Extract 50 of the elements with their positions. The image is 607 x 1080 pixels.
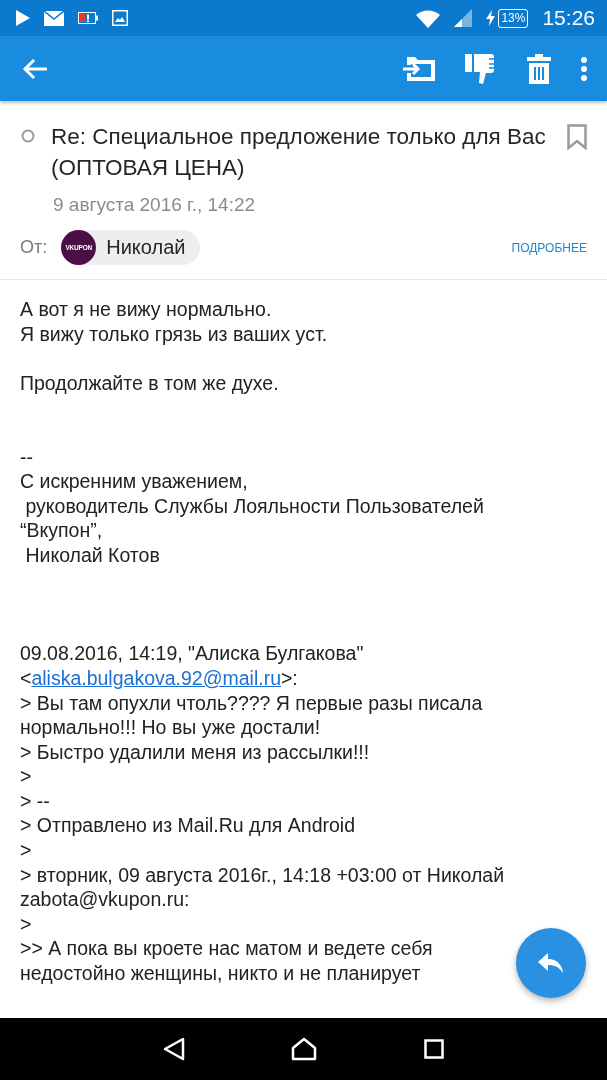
email-date: 9 августа 2016 г., 14:22 [53, 194, 257, 216]
back-arrow-icon[interactable] [22, 57, 48, 80]
body-line: >> А пока вы кроете нас матом и ведете себя [20, 936, 433, 962]
body-line: > [20, 911, 32, 937]
move-to-folder-icon[interactable] [403, 56, 435, 81]
image-icon [112, 10, 128, 26]
body-line: > Вы там опухли чтоль???? Я первые разы писала [20, 690, 483, 716]
more-options-icon[interactable] [581, 56, 587, 81]
body-line: нормально!!! Но вы уже достали! [20, 715, 321, 740]
email-link[interactable]: aliska.bulgakova.92@mail.ru [31, 666, 281, 689]
body-line: руководитель Службы Лояльности Пользователей [24, 493, 484, 519]
battery-indicator: 13% [498, 8, 529, 28]
body-line: А вот я не вижу нормально. [20, 297, 272, 322]
delete-icon[interactable] [527, 53, 551, 84]
body-line: С искренним уважением, [20, 469, 248, 494]
body-line: > [20, 838, 32, 863]
body-line: недостойно женщины, никто и не планирует [20, 961, 421, 986]
body-line: Продолжайте в том же духе. [20, 370, 279, 396]
from-label: От: [20, 237, 48, 258]
body-line: “Вкупон”, [20, 518, 103, 543]
bookmark-icon[interactable] [567, 124, 587, 150]
wifi-icon [416, 8, 441, 28]
reply-button[interactable] [516, 928, 586, 998]
charging-icon [486, 10, 496, 26]
battery-alert-icon [78, 12, 98, 24]
clock-time: 15:26 [542, 6, 595, 30]
body-line: Николай Котов [24, 542, 160, 568]
thumbs-down-icon[interactable] [465, 53, 497, 84]
body-line: < [20, 666, 32, 689]
body-line: > Отправлено из Mail.Ru для Android [20, 813, 356, 839]
email-subject: Re: Специальное предложение только для Вас (ОПТОВАЯ ЦЕНА) [51, 123, 547, 182]
back-nav-icon[interactable] [163, 1037, 186, 1061]
mail-icon [44, 10, 64, 26]
home-icon[interactable] [291, 1037, 318, 1061]
body-line: > Быстро удалили меня из рассылки!!! [20, 739, 370, 765]
signal-icon [454, 9, 473, 27]
sender-name: Николай [106, 236, 186, 259]
details-link[interactable]: ПОДРОБНЕЕ [511, 240, 587, 255]
reply-icon [538, 953, 564, 973]
body-line: zabota@vkupon.ru: [20, 887, 190, 912]
body-line: > вторник, 09 августа 2016г., 14:18 +03:00 от Николай [20, 862, 505, 888]
body-line: >: [281, 666, 298, 689]
body-line: > [20, 764, 32, 789]
body-line: -- [20, 444, 33, 470]
body-line: > -- [20, 788, 50, 814]
body-line: 09.08.2016, 14:19, "Алиска Булгакова" [20, 641, 364, 666]
body-line: Я вижу только грязь из ваших уст. [20, 321, 328, 347]
unread-circle-icon[interactable] [21, 129, 35, 143]
recents-icon[interactable] [423, 1039, 444, 1059]
play-icon [16, 10, 30, 26]
